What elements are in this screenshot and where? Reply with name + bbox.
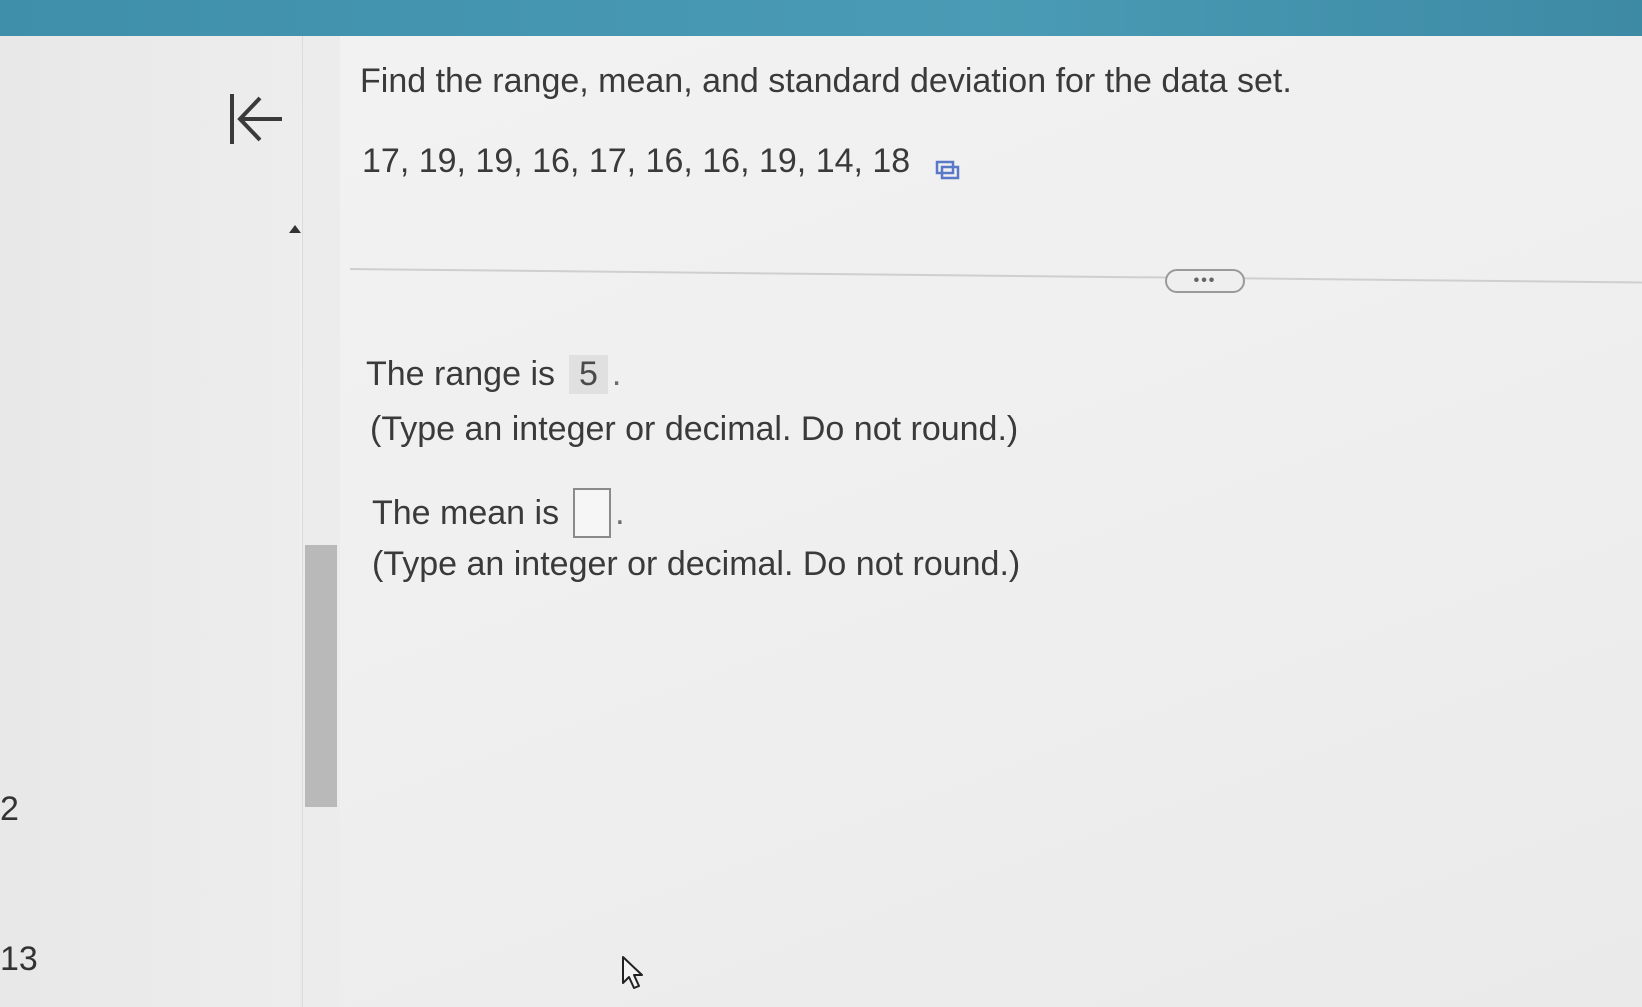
mean-period: .: [615, 493, 625, 532]
mouse-pointer-icon: [620, 955, 646, 991]
page-number: 13: [0, 940, 38, 978]
left-rail: [0, 36, 300, 1007]
scrollbar-thumb[interactable]: [305, 545, 337, 807]
more-button[interactable]: •••: [1165, 269, 1245, 293]
mean-answer-line: The mean is .: [372, 488, 625, 538]
page-number: 2: [0, 790, 19, 828]
range-answer-value[interactable]: 5: [569, 355, 608, 394]
dataset-row: 17, 19, 19, 16, 17, 16, 16, 19, 14, 18: [362, 142, 960, 181]
question-prompt: Find the range, mean, and standard devia…: [360, 62, 1292, 100]
mean-label: The mean is: [372, 493, 560, 532]
range-period: .: [611, 355, 622, 393]
copy-icon[interactable]: [934, 151, 960, 179]
scroll-up-button[interactable]: [288, 222, 302, 234]
top-bar: [0, 0, 1642, 36]
dataset-values: 17, 19, 19, 16, 17, 16, 16, 19, 14, 18: [362, 142, 911, 180]
range-hint: (Type an integer or decimal. Do not roun…: [370, 410, 1019, 448]
range-label: The range is: [366, 355, 555, 393]
mean-hint: (Type an integer or decimal. Do not roun…: [372, 545, 1021, 583]
scrollbar-track[interactable]: [302, 36, 342, 1007]
back-to-start-button[interactable]: [226, 86, 290, 150]
caret-up-icon: [289, 225, 301, 233]
screen: 2 13 Find the range, mean, and standard …: [0, 0, 1642, 1007]
mean-answer-input[interactable]: [573, 488, 612, 538]
range-answer-line: The range is 5 .: [366, 355, 621, 394]
back-to-start-icon: [230, 94, 282, 144]
